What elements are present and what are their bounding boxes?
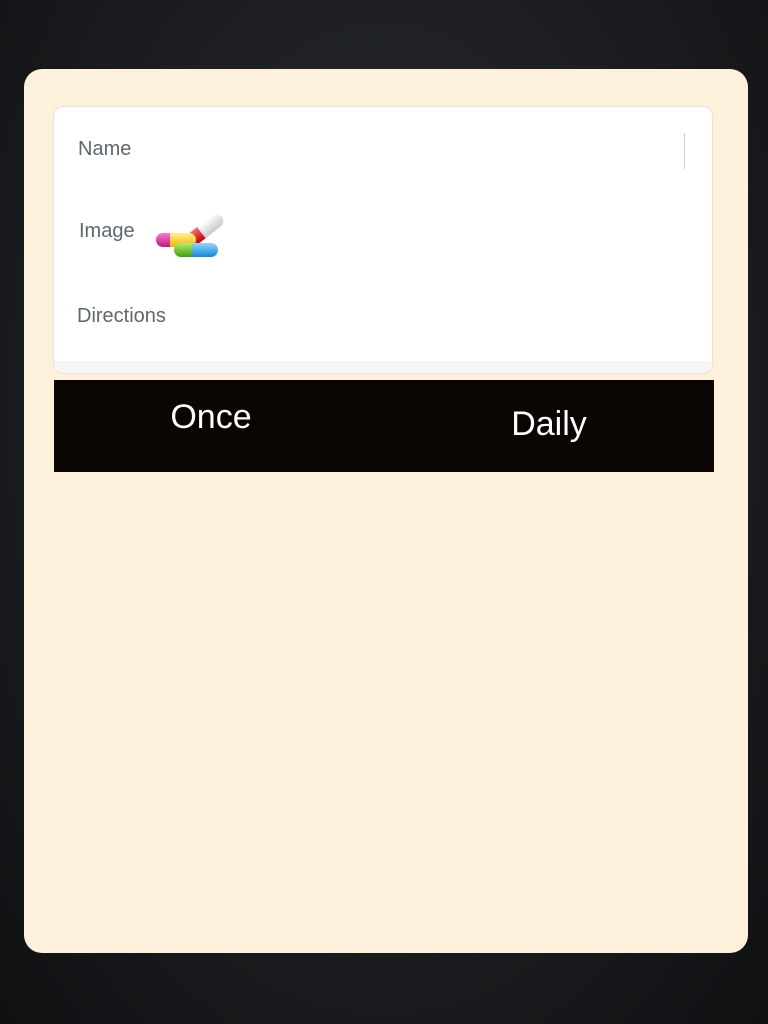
medication-card: Name Image Directions Once Daily (24, 69, 748, 953)
frequency-selector: Once Daily (54, 380, 714, 472)
pills-icon[interactable] (154, 205, 230, 259)
frequency-once-option[interactable]: Once (54, 380, 384, 472)
medication-form: Name Image Directions (53, 106, 713, 374)
frequency-daily-option[interactable]: Daily (384, 380, 714, 472)
frequency-once-label: Once (170, 398, 252, 436)
name-field[interactable]: Name (54, 107, 712, 195)
image-label: Image (79, 220, 135, 242)
frequency-daily-label: Daily (511, 405, 587, 443)
name-label: Name (78, 138, 132, 160)
directions-label: Directions (77, 305, 166, 327)
form-bottom-shade (54, 361, 712, 373)
directions-field[interactable]: Directions (54, 277, 712, 357)
image-row[interactable]: Image (54, 195, 712, 275)
name-field-divider (684, 133, 685, 169)
